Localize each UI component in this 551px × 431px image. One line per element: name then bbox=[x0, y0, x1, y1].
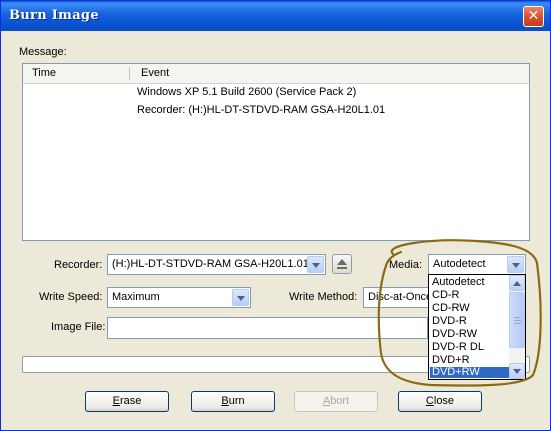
message-list[interactable]: Time Event Windows XP 5.1 Build 2600 (Se… bbox=[22, 63, 530, 241]
message-label: Message: bbox=[19, 46, 67, 58]
chevron-down-icon[interactable] bbox=[507, 256, 524, 273]
write-speed-label: Write Speed: bbox=[39, 291, 103, 303]
grip-line bbox=[514, 320, 521, 321]
window-title: Burn Image bbox=[9, 8, 99, 23]
eject-triangle bbox=[337, 259, 347, 265]
media-select[interactable]: Autodetect bbox=[428, 254, 526, 275]
media-value: Autodetect bbox=[433, 258, 486, 270]
media-option[interactable]: CD-RW bbox=[430, 302, 510, 315]
list-item[interactable]: Windows XP 5.1 Build 2600 (Service Pack … bbox=[137, 86, 356, 98]
write-method-value: Disc-at-Once bbox=[368, 291, 433, 303]
close-label: lose bbox=[433, 395, 455, 407]
media-option[interactable]: CD-R bbox=[430, 289, 510, 302]
close-accel: C bbox=[425, 395, 434, 407]
burn-accel: B bbox=[221, 395, 229, 407]
image-file-input[interactable] bbox=[107, 317, 428, 339]
title-bar[interactable]: Burn Image ✕ bbox=[1, 1, 550, 31]
chevron-down-icon[interactable] bbox=[307, 256, 324, 273]
media-label: Media: bbox=[389, 259, 423, 271]
scrollbar-thumb[interactable] bbox=[509, 292, 525, 348]
erase-accel: E bbox=[112, 395, 120, 407]
eject-icon[interactable] bbox=[332, 254, 352, 274]
media-dropdown-list[interactable]: Autodetect CD-R CD-RW DVD-R DVD-RW DVD-R… bbox=[428, 274, 526, 380]
close-window-icon[interactable]: ✕ bbox=[523, 6, 544, 27]
media-option[interactable]: DVD-R bbox=[430, 315, 510, 328]
image-file-label: Image File: bbox=[51, 321, 106, 333]
erase-button[interactable]: Erase bbox=[85, 391, 169, 412]
dropdown-scrollbar[interactable] bbox=[509, 275, 525, 379]
recorder-select[interactable]: (H:)HL-DT-STDVD-RAM GSA-H20L1.01 bbox=[107, 254, 326, 275]
burn-button[interactable]: Burn bbox=[191, 391, 275, 412]
erase-label: rase bbox=[119, 395, 142, 407]
chevron-down-icon[interactable] bbox=[232, 289, 249, 306]
write-speed-select[interactable]: Maximum bbox=[107, 287, 251, 308]
media-option[interactable]: DVD-R DL bbox=[430, 341, 510, 354]
write-speed-value: Maximum bbox=[112, 291, 160, 303]
abort-button[interactable]: Abort bbox=[294, 391, 378, 412]
recorder-value: (H:)HL-DT-STDVD-RAM GSA-H20L1.01 bbox=[112, 258, 309, 270]
column-event[interactable]: Event bbox=[141, 67, 169, 79]
message-list-header: Time Event bbox=[23, 64, 529, 84]
eject-bar bbox=[337, 267, 347, 269]
grip-line bbox=[514, 317, 521, 318]
burn-image-dialog: Burn Image ✕ Message: Time Event Windows… bbox=[0, 0, 551, 431]
column-separator[interactable] bbox=[129, 67, 130, 80]
abort-label: bort bbox=[330, 395, 350, 407]
burn-label: urn bbox=[228, 395, 245, 407]
scroll-up-icon[interactable] bbox=[509, 275, 525, 291]
recorder-label: Recorder: bbox=[54, 259, 103, 271]
column-time[interactable]: Time bbox=[32, 67, 56, 79]
scroll-down-icon[interactable] bbox=[509, 363, 525, 379]
media-option-selected[interactable]: DVD+RW bbox=[430, 367, 510, 378]
media-option[interactable]: Autodetect bbox=[430, 276, 510, 289]
write-method-label: Write Method: bbox=[289, 291, 358, 303]
grip-line bbox=[514, 323, 521, 324]
media-option[interactable]: DVD-RW bbox=[430, 328, 510, 341]
list-item[interactable]: Recorder: (H:)HL-DT-STDVD-RAM GSA-H20L1.… bbox=[137, 104, 385, 116]
close-button[interactable]: Close bbox=[398, 391, 482, 412]
